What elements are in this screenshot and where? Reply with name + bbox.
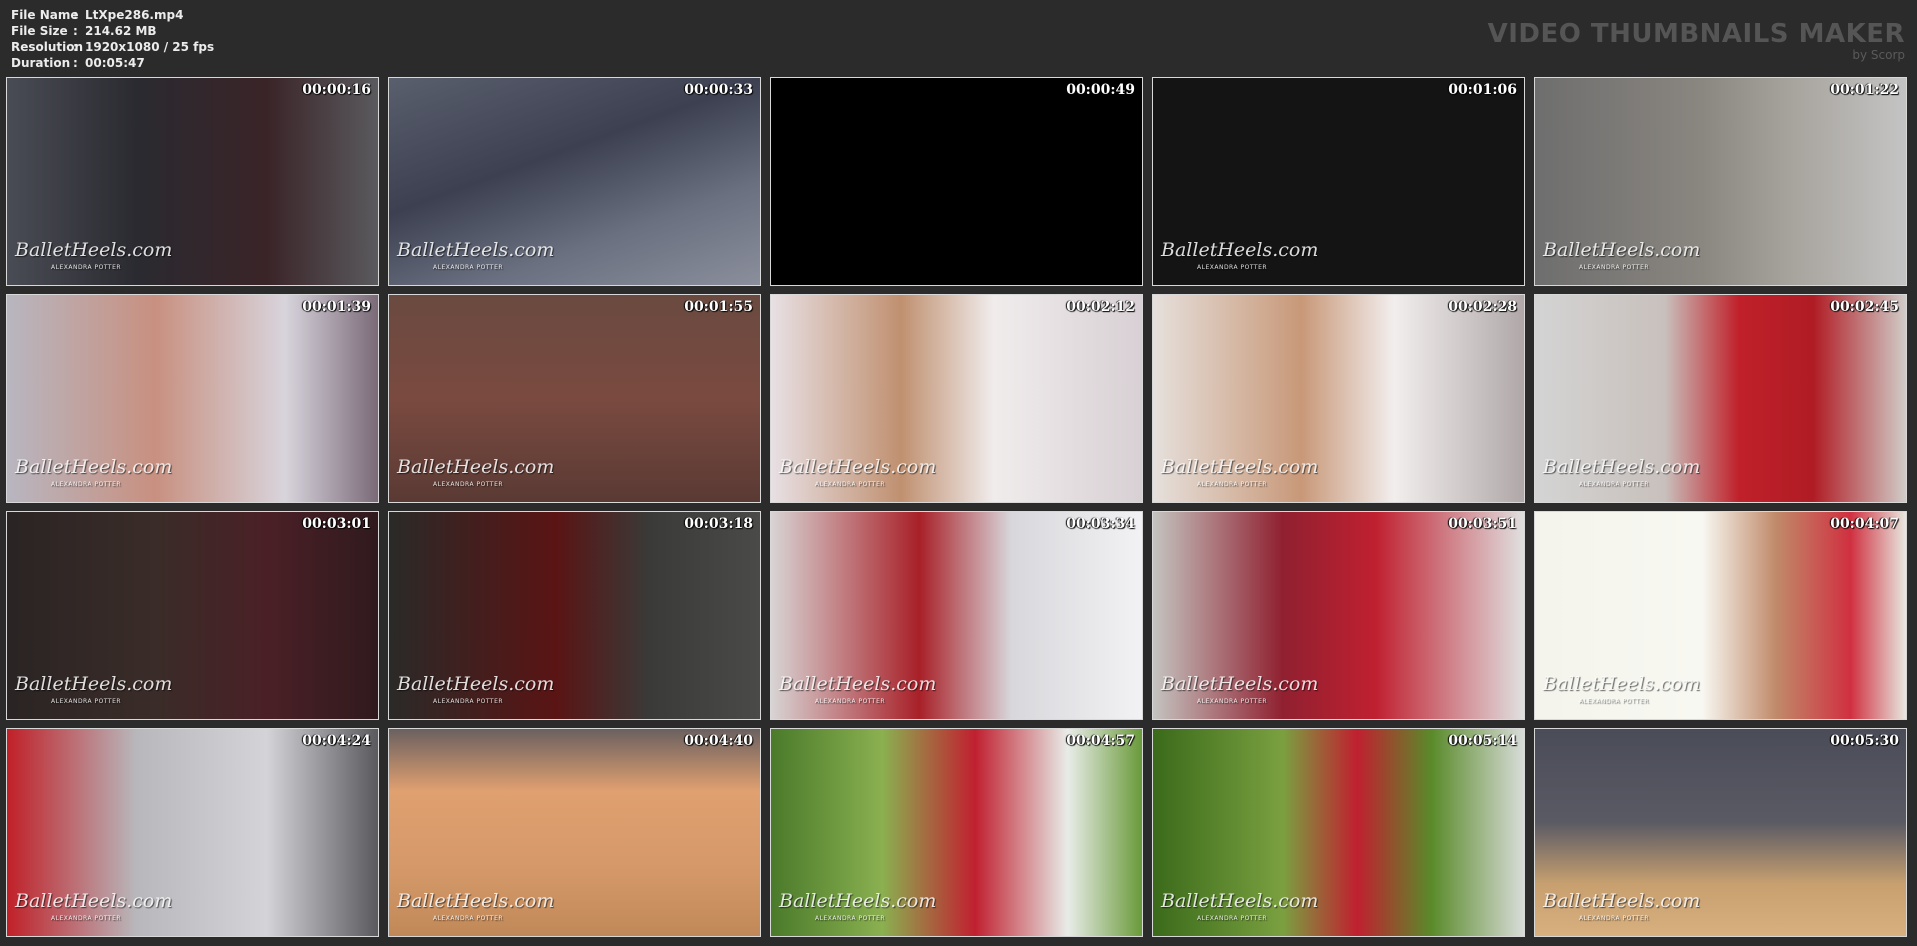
video-thumbnail: 00:04:40 BalletHeels.com ALEXANDRA POTTER — [388, 728, 761, 937]
thumbnail-timestamp: 00:03:51 — [1448, 516, 1517, 532]
watermark-text: BalletHeels.com — [397, 456, 555, 478]
watermark-text: BalletHeels.com — [1543, 239, 1701, 261]
watermark-logo: BalletHeels.com ALEXANDRA POTTER — [15, 241, 172, 277]
watermark-logo: BalletHeels.com ALEXANDRA POTTER — [779, 675, 936, 711]
watermark-text: BalletHeels.com — [15, 456, 173, 478]
video-thumbnail: 00:03:18 BalletHeels.com ALEXANDRA POTTER — [388, 511, 761, 720]
thumbnail-grid: 00:00:16 BalletHeels.com ALEXANDRA POTTER 0… — [0, 0, 1917, 946]
video-thumbnail: 00:01:22 BalletHeels.com ALEXANDRA POTTER — [1534, 77, 1907, 286]
watermark-subtext: ALEXANDRA POTTER — [51, 481, 122, 488]
watermark-subtext: ALEXANDRA POTTER — [1197, 264, 1268, 271]
watermark-text: BalletHeels.com — [397, 239, 555, 261]
video-thumbnail: 00:04:57 BalletHeels.com ALEXANDRA POTTER — [770, 728, 1143, 937]
watermark-logo: BalletHeels.com ALEXANDRA POTTER — [1161, 892, 1318, 928]
watermark-subtext: ALEXANDRA POTTER — [815, 915, 886, 922]
watermark-subtext: ALEXANDRA POTTER — [433, 481, 504, 488]
watermark-subtext: ALEXANDRA POTTER — [1197, 481, 1268, 488]
thumbnail-timestamp: 00:01:39 — [302, 299, 371, 315]
watermark-logo: BalletHeels.com ALEXANDRA POTTER — [1543, 892, 1700, 928]
video-thumbnail: 00:03:51 BalletHeels.com ALEXANDRA POTTER — [1152, 511, 1525, 720]
watermark-text: BalletHeels.com — [779, 890, 937, 912]
watermark-subtext: ALEXANDRA POTTER — [433, 264, 504, 271]
video-thumbnail: 00:01:55 BalletHeels.com ALEXANDRA POTTER — [388, 294, 761, 503]
thumbnail-timestamp: 00:02:28 — [1448, 299, 1517, 315]
thumbnail-timestamp: 00:01:06 — [1448, 82, 1517, 98]
thumbnail-timestamp: 00:03:34 — [1066, 516, 1135, 532]
watermark-logo: BalletHeels.com ALEXANDRA POTTER — [1543, 458, 1700, 494]
video-thumbnail: 00:05:30 BalletHeels.com ALEXANDRA POTTER — [1534, 728, 1907, 937]
thumbnail-timestamp: 00:03:01 — [302, 516, 371, 532]
watermark-logo: BalletHeels.com ALEXANDRA POTTER — [397, 892, 554, 928]
watermark-subtext: ALEXANDRA POTTER — [51, 264, 122, 271]
watermark-text: BalletHeels.com — [15, 239, 173, 261]
thumbnail-timestamp: 00:02:12 — [1066, 299, 1135, 315]
thumbnail-timestamp: 00:00:33 — [684, 82, 753, 98]
video-thumbnail: 00:03:01 BalletHeels.com ALEXANDRA POTTER — [6, 511, 379, 720]
watermark-text: BalletHeels.com — [1543, 456, 1701, 478]
watermark-logo: BalletHeels.com ALEXANDRA POTTER — [397, 458, 554, 494]
video-thumbnail: 00:01:39 BalletHeels.com ALEXANDRA POTTER — [6, 294, 379, 503]
video-thumbnail: 00:05:14 BalletHeels.com ALEXANDRA POTTER — [1152, 728, 1525, 937]
video-thumbnail: 00:00:16 BalletHeels.com ALEXANDRA POTTER — [6, 77, 379, 286]
thumbnail-timestamp: 00:02:45 — [1830, 299, 1899, 315]
watermark-text: BalletHeels.com — [1543, 890, 1701, 912]
watermark-text: BalletHeels.com — [1161, 456, 1319, 478]
watermark-subtext: ALEXANDRA POTTER — [815, 481, 886, 488]
thumbnail-timestamp: 00:00:49 — [1066, 82, 1135, 98]
thumbnail-timestamp: 00:01:22 — [1830, 82, 1899, 98]
video-thumbnail: 00:03:34 BalletHeels.com ALEXANDRA POTTER — [770, 511, 1143, 720]
watermark-logo: BalletHeels.com ALEXANDRA POTTER — [15, 675, 172, 711]
thumbnail-timestamp: 00:05:14 — [1448, 733, 1517, 749]
watermark-logo: BalletHeels.com ALEXANDRA POTTER — [779, 892, 936, 928]
watermark-logo: BalletHeels.com ALEXANDRA POTTER — [1161, 675, 1318, 711]
watermark-subtext: ALEXANDRA POTTER — [815, 698, 886, 705]
video-thumbnail: 00:00:33 BalletHeels.com ALEXANDRA POTTER — [388, 77, 761, 286]
video-thumbnail: 00:04:24 BalletHeels.com ALEXANDRA POTTER — [6, 728, 379, 937]
thumbnail-timestamp: 00:01:55 — [684, 299, 753, 315]
watermark-logo: BalletHeels.com ALEXANDRA POTTER — [1543, 675, 1700, 711]
watermark-text: BalletHeels.com — [1161, 239, 1319, 261]
watermark-text: BalletHeels.com — [15, 673, 173, 695]
watermark-subtext: ALEXANDRA POTTER — [1579, 915, 1650, 922]
thumbnail-timestamp: 00:00:16 — [302, 82, 371, 98]
watermark-text: BalletHeels.com — [779, 456, 937, 478]
video-thumbnail: 00:02:28 BalletHeels.com ALEXANDRA POTTER — [1152, 294, 1525, 503]
watermark-subtext: ALEXANDRA POTTER — [433, 915, 504, 922]
video-thumbnail: 00:04:07 BalletHeels.com ALEXANDRA POTTER — [1534, 511, 1907, 720]
thumbnail-timestamp: 00:04:57 — [1066, 733, 1135, 749]
watermark-subtext: ALEXANDRA POTTER — [1197, 698, 1268, 705]
watermark-text: BalletHeels.com — [779, 673, 937, 695]
watermark-text: BalletHeels.com — [1161, 673, 1319, 695]
watermark-text: BalletHeels.com — [397, 890, 555, 912]
video-thumbnail: 00:00:49 — [770, 77, 1143, 286]
watermark-logo: BalletHeels.com ALEXANDRA POTTER — [1161, 458, 1318, 494]
watermark-text: BalletHeels.com — [15, 890, 173, 912]
watermark-logo: BalletHeels.com ALEXANDRA POTTER — [1161, 241, 1318, 277]
thumbnail-timestamp: 00:04:24 — [302, 733, 371, 749]
thumbnail-timestamp: 00:04:40 — [684, 733, 753, 749]
thumbnail-timestamp: 00:04:07 — [1830, 516, 1899, 532]
watermark-logo: BalletHeels.com ALEXANDRA POTTER — [1543, 241, 1700, 277]
watermark-subtext: ALEXANDRA POTTER — [1579, 481, 1650, 488]
watermark-logo: BalletHeels.com ALEXANDRA POTTER — [15, 892, 172, 928]
video-thumbnail: 00:02:45 BalletHeels.com ALEXANDRA POTTER — [1534, 294, 1907, 503]
watermark-logo: BalletHeels.com ALEXANDRA POTTER — [397, 675, 554, 711]
watermark-text: BalletHeels.com — [397, 673, 555, 695]
watermark-logo: BalletHeels.com ALEXANDRA POTTER — [779, 458, 936, 494]
thumbnail-timestamp: 00:05:30 — [1830, 733, 1899, 749]
watermark-subtext: ALEXANDRA POTTER — [51, 698, 122, 705]
watermark-subtext: ALEXANDRA POTTER — [1579, 264, 1650, 271]
watermark-logo: BalletHeels.com ALEXANDRA POTTER — [15, 458, 172, 494]
video-thumbnail: 00:02:12 BalletHeels.com ALEXANDRA POTTER — [770, 294, 1143, 503]
video-thumbnail: 00:01:06 BalletHeels.com ALEXANDRA POTTER — [1152, 77, 1525, 286]
watermark-subtext: ALEXANDRA POTTER — [1197, 915, 1268, 922]
watermark-text: BalletHeels.com — [1543, 673, 1701, 695]
thumbnail-timestamp: 00:03:18 — [684, 516, 753, 532]
watermark-logo: BalletHeels.com ALEXANDRA POTTER — [397, 241, 554, 277]
watermark-subtext: ALEXANDRA POTTER — [1579, 698, 1650, 705]
watermark-subtext: ALEXANDRA POTTER — [433, 698, 504, 705]
watermark-text: BalletHeels.com — [1161, 890, 1319, 912]
watermark-subtext: ALEXANDRA POTTER — [51, 915, 122, 922]
